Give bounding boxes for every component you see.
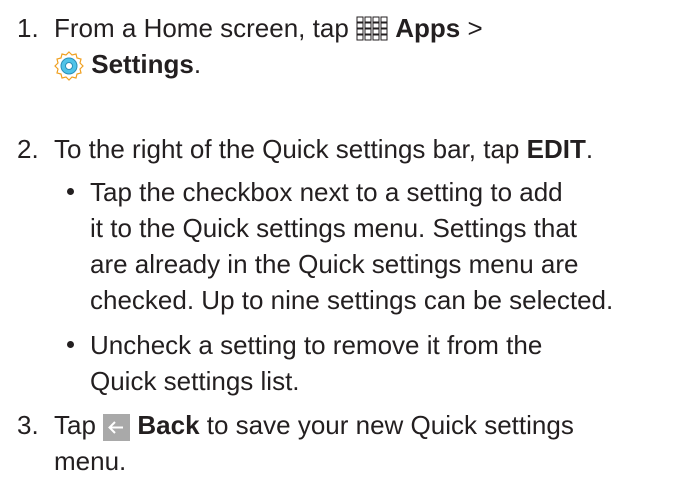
bullet-line: are already in the Quick settings menu a… [90, 249, 579, 279]
step-2-end-text: . [585, 134, 594, 164]
bullet-text: Uncheck a setting to remove it from the … [90, 327, 542, 399]
bullet-point [67, 188, 74, 195]
step-2-text: To the right of the Quick settings bar, … [54, 134, 527, 164]
step-3-end-text: menu. [54, 446, 127, 476]
page: { "steps": [ { "number": "1.", "line1_pr… [0, 0, 687, 477]
back-label: Back [137, 410, 200, 440]
edit-label: EDIT [526, 134, 586, 164]
bullet-line: it to the Quick settings menu. Settings … [90, 213, 578, 243]
step-number: 1. [17, 13, 39, 43]
step-1-end-text: . [193, 49, 202, 79]
step-1-intro-text: From a Home screen, tap [54, 13, 356, 43]
settings-label: Settings [91, 49, 194, 79]
apps-label: Apps [395, 13, 461, 43]
settings-gear-icon [54, 51, 84, 87]
bullet-point [67, 341, 74, 348]
step-3-text: Tap [54, 410, 104, 440]
bullet-line: Uncheck a setting to remove it from the [90, 330, 543, 360]
bullet-line: Quick settings list. [90, 366, 300, 396]
bullet-text: Tap the checkbox next to a setting to ad… [90, 174, 613, 318]
step-text: From a Home screen, tap Apps > Settings. [54, 10, 483, 82]
step-text: To the right of the Quick settings bar, … [54, 131, 593, 167]
step-number: 3. [17, 410, 39, 440]
apps-grid-icon [356, 15, 388, 51]
step-number: 2. [17, 134, 39, 164]
step-text: Tap Back to save your new Quick settings… [54, 407, 574, 479]
bullet-line: checked. Up to nine settings can be sele… [90, 285, 614, 315]
bullet-line: Tap the checkbox next to a setting to ad… [90, 177, 563, 207]
menu-separator: > [460, 13, 483, 43]
step-3-rest-text: to save your new Quick settings [199, 410, 574, 440]
